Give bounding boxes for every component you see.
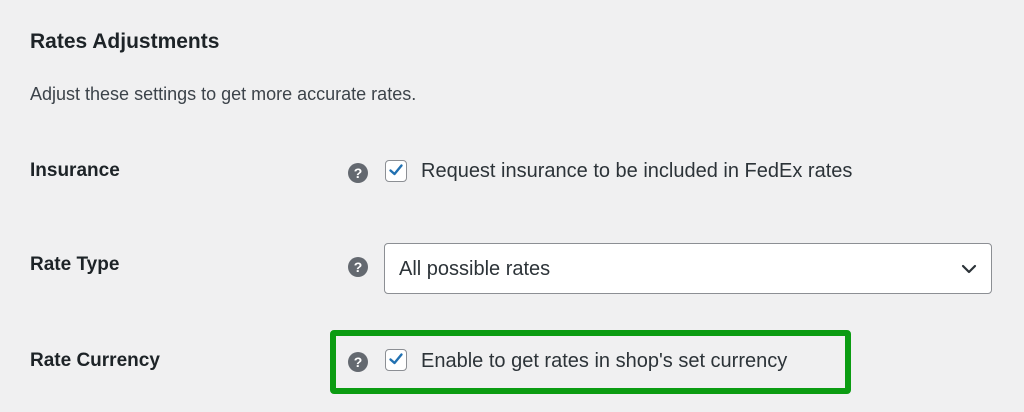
insurance-help-icon[interactable]: ? [348, 163, 368, 183]
chevron-down-icon [961, 264, 977, 274]
checkmark-icon [389, 353, 403, 365]
rate-currency-checkbox-label[interactable]: Enable to get rates in shop's set curren… [421, 348, 787, 374]
rate-type-selected-value: All possible rates [399, 258, 551, 280]
rate-currency-checkbox[interactable] [385, 349, 407, 371]
settings-page: Rates Adjustments Adjust these settings … [0, 0, 1024, 412]
insurance-checkbox-label[interactable]: Request insurance to be included in FedE… [421, 158, 852, 184]
rate-currency-label: Rate Currency [30, 350, 160, 371]
rate-type-select[interactable]: All possible rates [384, 243, 992, 294]
insurance-checkbox[interactable] [385, 160, 407, 182]
insurance-label: Insurance [30, 160, 120, 181]
rate-type-label: Rate Type [30, 254, 120, 275]
rate-type-help-icon[interactable]: ? [348, 257, 368, 277]
section-description: Adjust these settings to get more accura… [30, 84, 417, 104]
rate-currency-help-icon[interactable]: ? [348, 352, 368, 372]
section-title: Rates Adjustments [30, 30, 220, 53]
checkmark-icon [389, 164, 403, 176]
